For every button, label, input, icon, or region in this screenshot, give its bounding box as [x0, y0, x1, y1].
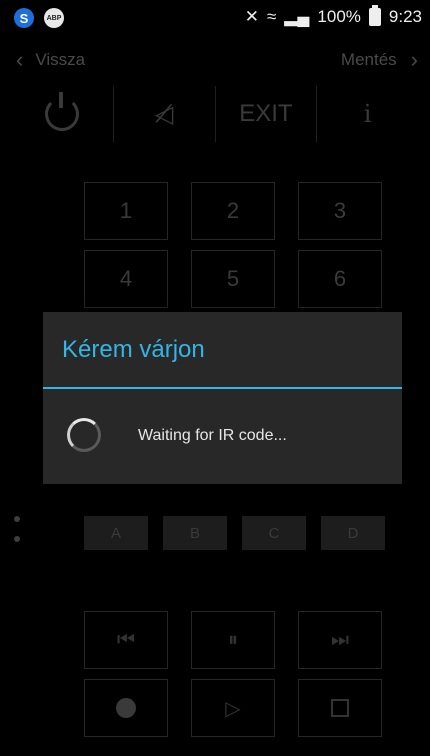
back-button[interactable]: ‹ Vissza — [16, 47, 86, 72]
wifi-icon: ≈ — [266, 7, 277, 26]
mute-button[interactable]: ◁̸ — [114, 86, 216, 142]
chevron-right-icon: › — [410, 47, 418, 72]
stop-button[interactable] — [298, 679, 382, 737]
numpad-key-1[interactable]: 1 — [84, 182, 168, 240]
numpad-key-5[interactable]: 5 — [191, 250, 275, 308]
numpad-key-2[interactable]: 2 — [191, 182, 275, 240]
progress-dialog: Kérem várjon Waiting for IR code... — [43, 312, 402, 484]
power-button[interactable] — [12, 86, 114, 142]
info-icon: i — [363, 100, 372, 128]
battery-icon — [368, 5, 381, 26]
loading-spinner-icon — [67, 418, 101, 452]
skip-next-icon: ⏭ — [331, 628, 349, 651]
page-dot — [14, 516, 20, 522]
page-dot — [14, 536, 20, 542]
play-icon: ▷ — [225, 697, 241, 720]
key-a[interactable]: A — [84, 516, 148, 550]
page-indicator — [14, 516, 20, 556]
key-c[interactable]: C — [242, 516, 306, 550]
numpad-key-6[interactable]: 6 — [298, 250, 382, 308]
info-button[interactable]: i — [317, 86, 418, 142]
exit-button[interactable]: EXIT — [216, 86, 318, 142]
battery-percent: 100% — [317, 7, 361, 26]
screen: S ABP ✕ ≈ ▂▄ 100% 9:23 ‹ Vissza Mentés › — [0, 0, 430, 756]
abcd-row: A B C D — [84, 516, 385, 550]
numpad-key-3[interactable]: 3 — [298, 182, 382, 240]
adblock-icon: ABP — [44, 8, 64, 28]
remote-top-row: ◁̸ EXIT i — [12, 86, 418, 142]
exit-label: EXIT — [239, 100, 293, 127]
pause-icon: ⏸ — [228, 628, 238, 651]
signal-icon: ▂▄ — [284, 7, 310, 26]
status-bar: S ABP ✕ ≈ ▂▄ 100% 9:23 — [0, 0, 430, 36]
record-button[interactable] — [84, 679, 168, 737]
mute-icon: ✕ — [244, 7, 259, 26]
dialog-divider — [43, 387, 402, 389]
record-icon — [116, 698, 136, 718]
clock: 9:23 — [388, 7, 422, 26]
numpad-key-4[interactable]: 4 — [84, 250, 168, 308]
power-icon — [45, 92, 80, 131]
dialog-message: Waiting for IR code... — [138, 427, 287, 444]
key-b[interactable]: B — [163, 516, 227, 550]
back-label: Vissza — [35, 50, 86, 69]
key-d[interactable]: D — [321, 516, 385, 550]
s-app-icon: S — [14, 8, 34, 28]
skip-previous-icon: ⏮ — [117, 628, 135, 651]
save-label: Mentés — [340, 50, 397, 69]
nav-bar: ‹ Vissza Mentés › — [0, 38, 430, 84]
save-button[interactable]: Mentés › — [340, 47, 418, 72]
dialog-title: Kérem várjon — [62, 336, 205, 363]
stop-icon — [331, 699, 349, 717]
play-button[interactable]: ▷ — [191, 679, 275, 737]
chevron-left-icon: ‹ — [16, 47, 24, 72]
previous-button[interactable]: ⏮ — [84, 611, 168, 669]
next-button[interactable]: ⏭ — [298, 611, 382, 669]
speaker-mute-icon: ◁̸ — [154, 100, 174, 128]
pause-button[interactable]: ⏸ — [191, 611, 275, 669]
